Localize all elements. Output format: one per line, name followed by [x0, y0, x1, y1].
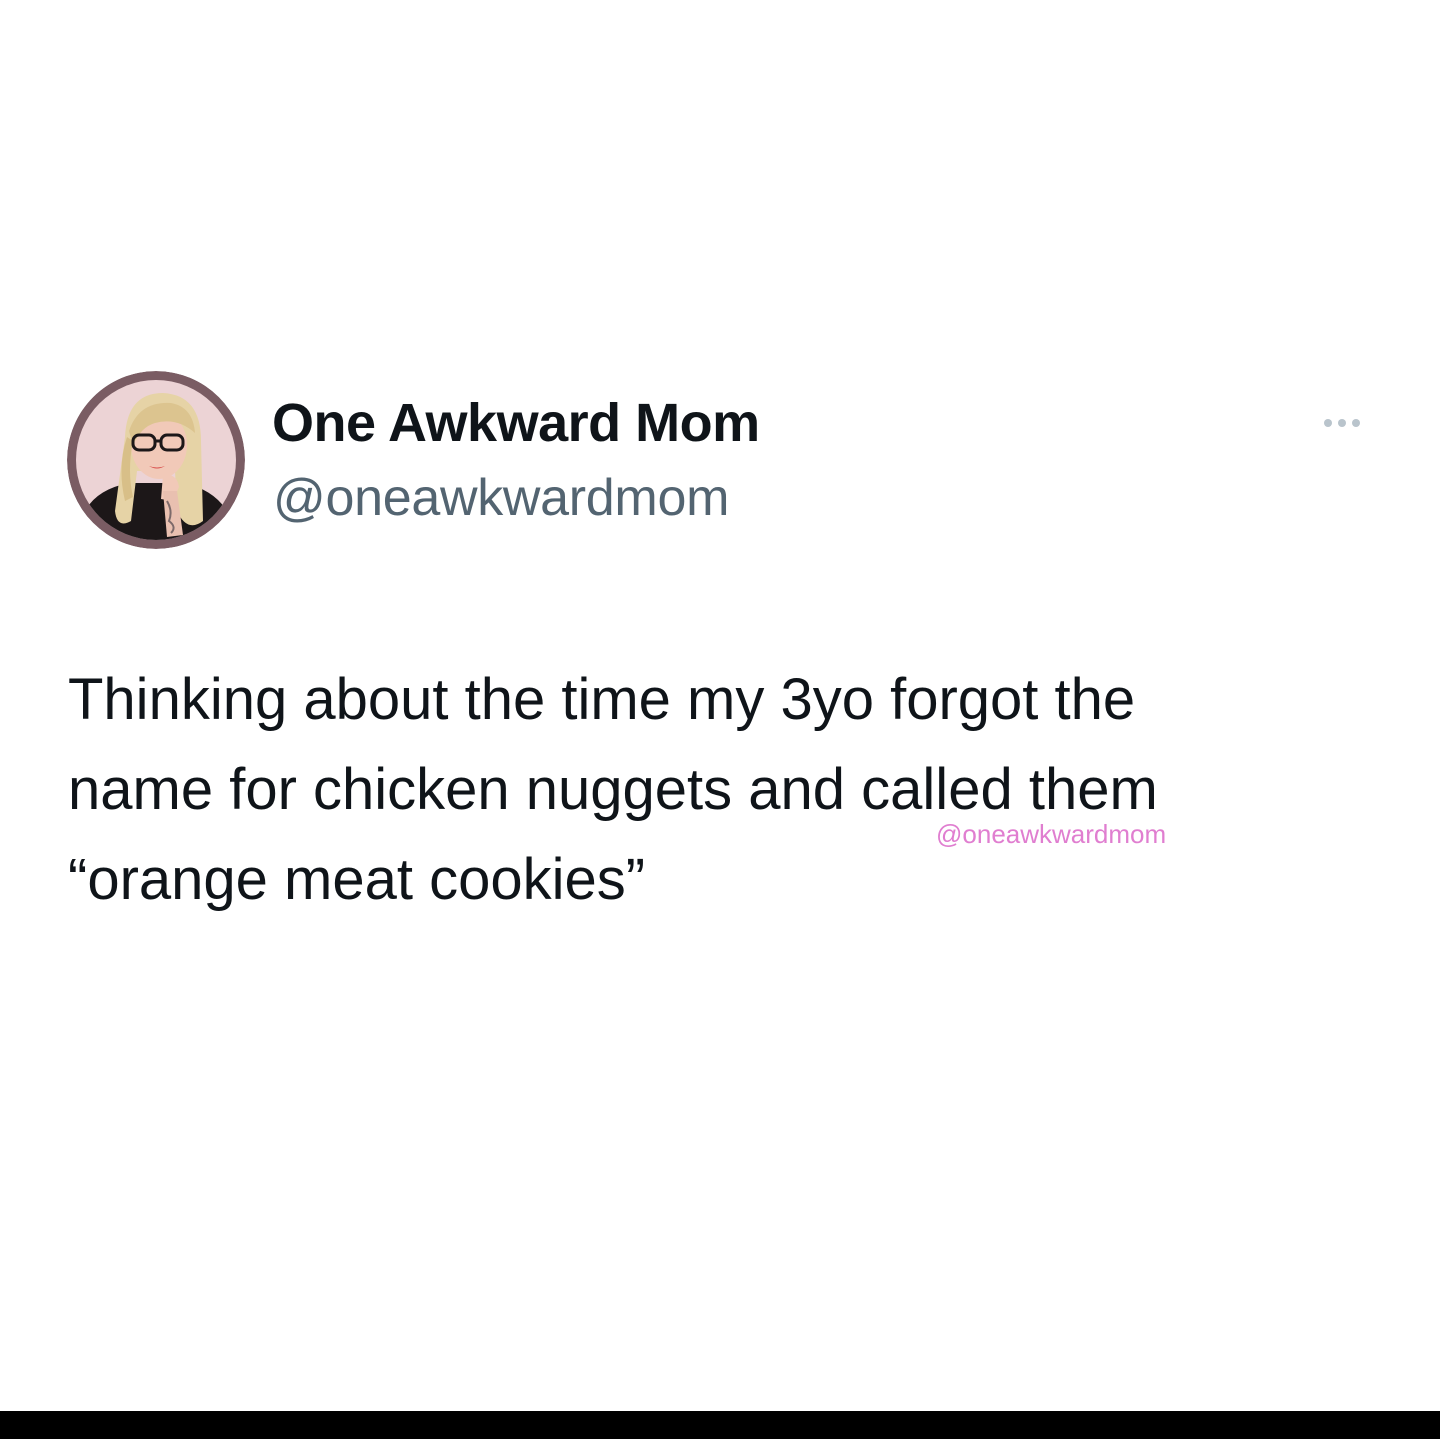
tweet-text: Thinking about the time my 3yo forgot th… — [68, 655, 1378, 925]
bottom-bar — [0, 1411, 1440, 1439]
more-dots-icon — [1324, 419, 1332, 427]
tweet-card: One Awkward Mom @oneawkwardmom Thinking … — [0, 0, 1440, 1411]
tweet-text-line: name for chicken nuggets and called them — [68, 757, 1158, 822]
tweet-text-line: “orange meat cookies” — [68, 847, 646, 912]
watermark: @oneawkwardmom — [936, 819, 1167, 849]
more-options-button[interactable] — [1314, 408, 1370, 438]
more-dots-icon — [1338, 419, 1346, 427]
tweet-text-line: Thinking about the time my 3yo forgot th… — [68, 667, 1136, 732]
display-name[interactable]: One Awkward Mom — [272, 390, 760, 456]
avatar[interactable] — [67, 371, 245, 549]
user-handle[interactable]: @oneawkwardmom — [273, 466, 729, 530]
more-dots-icon — [1352, 419, 1360, 427]
avatar-illustration-icon — [67, 371, 245, 549]
